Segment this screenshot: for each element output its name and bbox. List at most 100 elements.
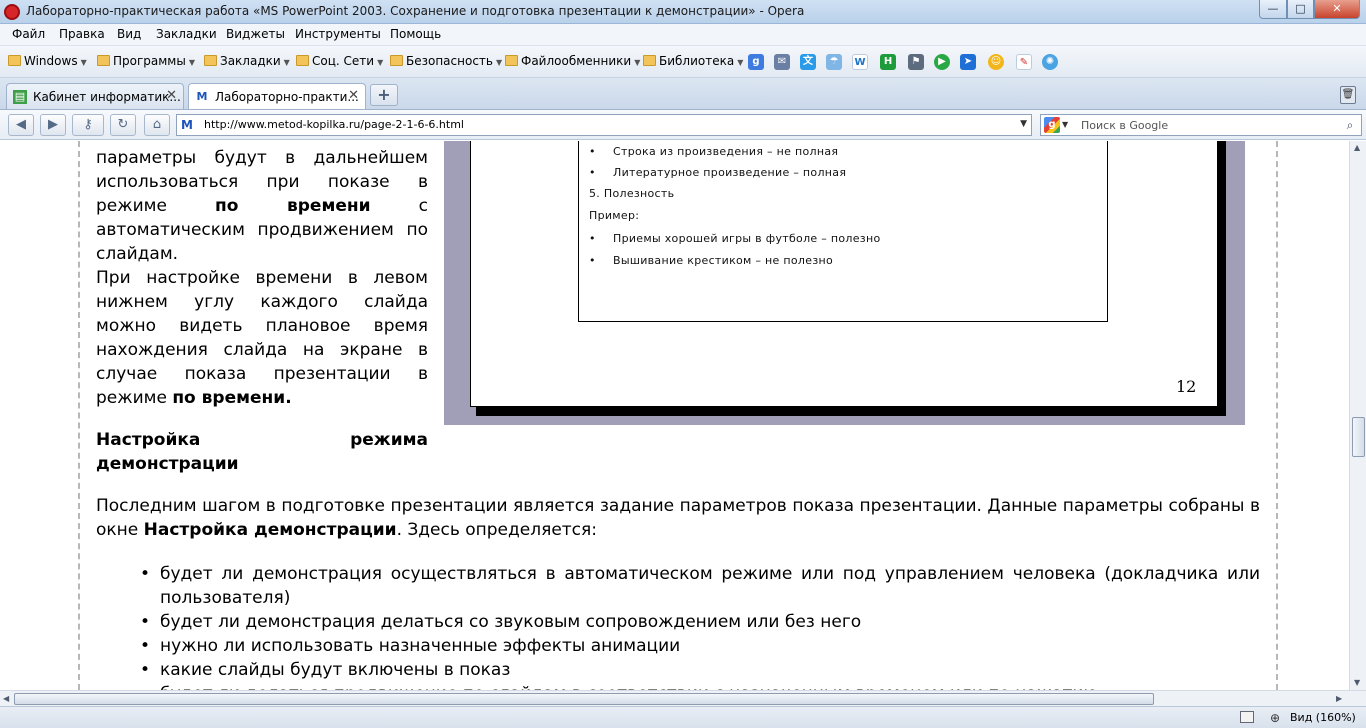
folder-icon [643, 55, 656, 66]
section-heading-continued: демонстрации [96, 454, 239, 474]
maximize-button[interactable]: □ [1287, 0, 1314, 19]
page-border-left [78, 141, 80, 690]
section-heading: Настройка режима [96, 430, 428, 450]
folder-icon [505, 55, 518, 66]
trash-icon[interactable]: 🗑 [1340, 86, 1356, 104]
menu-tools[interactable]: Инструменты [295, 27, 381, 41]
new-tab-button[interactable]: + [370, 84, 398, 106]
tab-close-icon[interactable]: ✕ [166, 88, 177, 103]
back-button[interactable]: ◀ [8, 114, 34, 136]
window-title: Лабораторно-практическая работа «MS Powe… [26, 4, 805, 18]
tab-lab-practice[interactable]: M Лабораторно-практи... ✕ [188, 83, 366, 109]
opera-logo-icon [4, 4, 20, 20]
list-item: будет ли демонстрация делаться со звуков… [140, 610, 1260, 634]
search-engine-selector[interactable]: g ▼ [1044, 117, 1078, 133]
chevron-down-icon: ▼ [283, 58, 290, 67]
browser-window: Лабораторно-практическая работа «MS Powe… [0, 0, 1366, 728]
chevron-down-icon[interactable]: ▼ [1020, 119, 1027, 129]
bookmark-folder-windows[interactable]: Windows ▼ [8, 54, 87, 68]
smile-icon[interactable]: ☺ [988, 54, 1004, 70]
status-bar: ⊕ Вид (160%) [0, 706, 1366, 728]
h-icon[interactable]: H [880, 54, 896, 70]
title-bar: Лабораторно-практическая работа «MS Powe… [0, 0, 1366, 24]
close-button[interactable]: ✕ [1314, 0, 1360, 19]
arrow-right-icon: ▶ [48, 117, 58, 132]
chevron-down-icon: ▼ [80, 58, 87, 67]
play-icon[interactable]: ▶ [934, 54, 950, 70]
home-icon: ⌂ [152, 117, 162, 132]
folder-icon [390, 55, 403, 66]
list-item: нужно ли использовать назначенные эффект… [140, 634, 1260, 658]
mail-icon[interactable]: ✉ [774, 54, 790, 70]
slide-page: Строка из произведения – не полная Литер… [470, 141, 1218, 407]
menu-file[interactable]: Файл [12, 27, 45, 41]
list-item: будет ли делаться продвижение по слайдам… [140, 682, 1260, 690]
minimize-button[interactable]: — [1259, 0, 1287, 19]
chevron-down-icon: ▼ [1062, 120, 1069, 129]
bookmark-folder-security[interactable]: Безопасность ▼ [390, 54, 502, 68]
google-bookmark-icon[interactable]: g [748, 54, 764, 70]
chevron-down-icon: ▼ [634, 58, 641, 67]
chevron-down-icon: ▼ [188, 58, 195, 67]
scroll-right-icon[interactable]: ▶ [1336, 694, 1342, 703]
horizontal-scrollbar[interactable]: ◀ ▶ [0, 690, 1366, 706]
slide-image: Строка из произведения – не полная Литер… [444, 141, 1245, 425]
horizontal-scroll-thumb[interactable] [14, 693, 1154, 705]
menu-edit[interactable]: Правка [59, 27, 105, 41]
wikipedia-icon[interactable]: W [852, 54, 868, 70]
bookmark-folder-filehosts[interactable]: Файлообменники ▼ [505, 54, 640, 68]
arrow-icon[interactable]: ➤ [960, 54, 976, 70]
chevron-down-icon: ▼ [737, 58, 744, 67]
bookmark-folder-social[interactable]: Соц. Сети ▼ [296, 54, 383, 68]
folder-icon [97, 55, 110, 66]
list-item: будет ли демонстрация осуществляться в а… [140, 562, 1260, 610]
slide-page-number: 12 [1176, 377, 1197, 396]
url-text[interactable]: http://www.metod-kopilka.ru/page-2-1-6-6… [204, 118, 464, 131]
pen-icon[interactable]: ✎ [1016, 54, 1032, 70]
scroll-up-icon[interactable]: ▲ [1354, 143, 1360, 152]
sunflower-icon[interactable]: ✺ [1042, 54, 1058, 70]
home-button[interactable]: ⌂ [144, 114, 170, 136]
bookmark-folder-bookmarks[interactable]: Закладки ▼ [204, 54, 290, 68]
zoom-icon[interactable]: ⊕ [1270, 711, 1280, 725]
menu-view[interactable]: Вид [117, 27, 141, 41]
folder-icon [204, 55, 217, 66]
scroll-left-icon[interactable]: ◀ [3, 694, 9, 703]
search-input[interactable] [1081, 117, 1333, 133]
tab-informatics-office[interactable]: ▤ Кабинет информатик... ✕ [6, 83, 184, 109]
bookmark-folder-library[interactable]: Библиотека ▼ [643, 54, 743, 68]
weather-icon[interactable]: ☂ [826, 54, 842, 70]
tab-close-icon[interactable]: ✕ [348, 88, 359, 103]
navigation-bar: ◀ ▶ ⚷ ↻ ⌂ M http://www.metod-kopilka.ru/… [0, 110, 1366, 140]
address-bar[interactable]: M http://www.metod-kopilka.ru/page-2-1-6… [176, 114, 1032, 136]
vertical-scroll-thumb[interactable] [1352, 417, 1365, 457]
menu-widgets[interactable]: Виджеты [226, 27, 285, 41]
translate-icon[interactable]: 文 [800, 54, 816, 70]
scroll-down-icon[interactable]: ▼ [1354, 678, 1360, 687]
forward-button[interactable]: ▶ [40, 114, 66, 136]
list-item: какие слайды будут включены в показ [140, 658, 1260, 682]
page-icon[interactable] [1240, 711, 1254, 723]
menu-bookmarks[interactable]: Закладки [156, 27, 217, 41]
search-box[interactable]: g▼ ⌕ [1040, 114, 1362, 136]
bookmarks-bar: Windows ▼ Программы ▼ Закладки ▼ Соц. Сети ▼… [0, 46, 1366, 78]
slide-content-box: Строка из произведения – не полная Литер… [578, 141, 1108, 322]
key-icon: ⚷ [83, 117, 93, 132]
options-list: будет ли демонстрация осуществляться в а… [140, 562, 1260, 690]
menu-bar: Файл Правка Вид Закладки Виджеты Инструм… [0, 24, 1366, 46]
search-icon[interactable]: ⌕ [1341, 116, 1359, 134]
key-button[interactable]: ⚷ [72, 114, 104, 136]
tab-bar: ▤ Кабинет информатик... ✕ M Лабораторно-… [0, 78, 1366, 110]
body-paragraph: Последним шагом в подготовке презентации… [96, 496, 1260, 540]
bookmark-folder-programs[interactable]: Программы ▼ [97, 54, 195, 68]
site-favicon-icon: M [196, 90, 208, 103]
reload-icon: ↻ [117, 117, 129, 132]
zoom-level[interactable]: Вид (160%) [1290, 711, 1356, 724]
folder-icon [8, 55, 21, 66]
left-column-text: параметры будут в дальнейшем использоват… [96, 148, 428, 408]
chevron-down-icon: ▼ [495, 58, 503, 67]
reload-button[interactable]: ↻ [110, 114, 136, 136]
menu-help[interactable]: Помощь [390, 27, 441, 41]
flag-icon[interactable]: ⚑ [908, 54, 924, 70]
vertical-scrollbar[interactable]: ▲ ▼ [1349, 141, 1366, 690]
